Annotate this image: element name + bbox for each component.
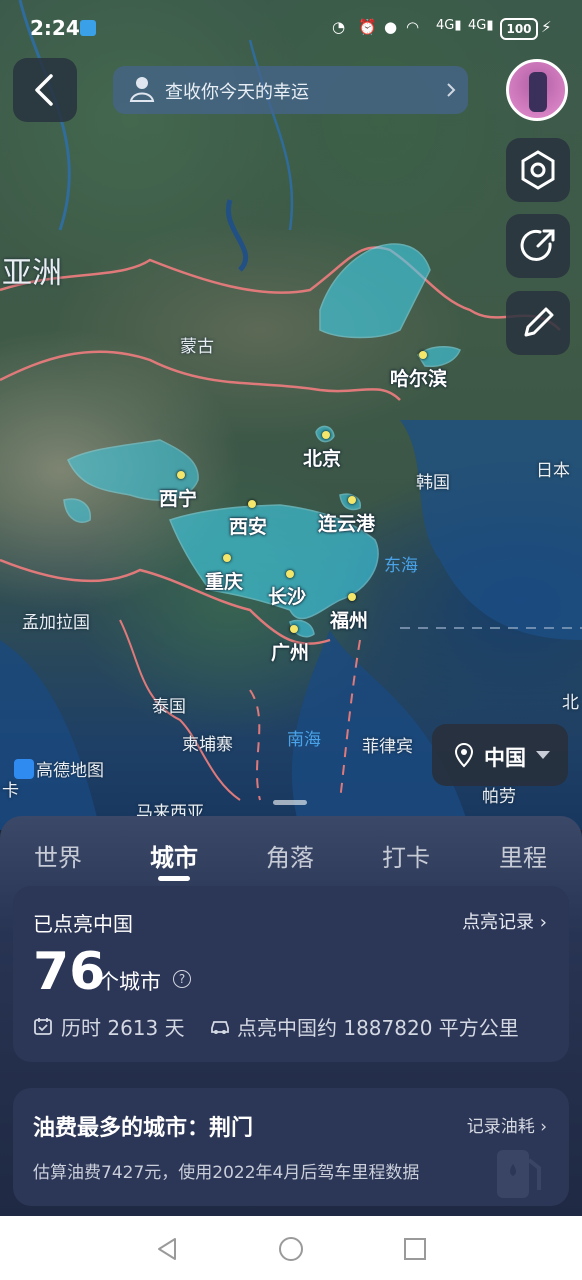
alarm-icon: ⏰	[358, 18, 377, 36]
telegram-icon	[80, 20, 96, 36]
region-label-north: 北	[562, 693, 579, 713]
city-marker[interactable]	[348, 496, 356, 504]
city-marker[interactable]	[177, 471, 185, 479]
region-picker[interactable]: 中国	[432, 724, 568, 786]
city-label-xian[interactable]: 西安	[229, 512, 267, 539]
region-label-cambodia: 柬埔寨	[182, 735, 233, 755]
nav-home-icon[interactable]	[278, 1236, 304, 1262]
chevron-left-icon	[35, 74, 53, 106]
speed-icon: ◔	[332, 18, 346, 36]
fuel-pump-icon	[497, 1150, 541, 1198]
map-canvas	[0, 0, 582, 830]
city-marker[interactable]	[290, 625, 298, 633]
city-label-beijing[interactable]: 北京	[303, 444, 341, 471]
signal-icon-2: 4G▮	[468, 18, 494, 33]
fuel-record-link[interactable]: 记录油耗 ›	[467, 1112, 547, 1137]
nav-back-icon[interactable]	[155, 1236, 181, 1262]
amap-logo-text: 高德地图	[36, 761, 104, 781]
city-marker[interactable]	[248, 500, 256, 508]
location-pin-icon	[454, 742, 474, 768]
bottom-sheet: 世界 城市 角落 打卡 里程 已点亮中国 点亮记录 › 76 个城市 ? 历时 …	[0, 816, 582, 1216]
avatar-figure	[529, 72, 547, 112]
continent-label: 亚洲	[2, 256, 62, 291]
tab-world[interactable]: 世界	[34, 838, 82, 873]
charging-icon: ⚡	[541, 18, 552, 36]
city-marker[interactable]	[419, 351, 427, 359]
fortune-text: 查收你今天的幸运	[165, 82, 309, 103]
tab-mileage[interactable]: 里程	[499, 838, 547, 873]
fuel-detail: 估算油费7427元，使用2022年4月后驾车里程数据	[33, 1163, 420, 1183]
share-icon	[520, 229, 555, 261]
edit-button[interactable]	[506, 291, 570, 355]
help-icon[interactable]: ?	[173, 970, 191, 988]
system-nav-bar	[0, 1216, 582, 1280]
fortune-banner[interactable]: 查收你今天的幸运	[113, 66, 468, 114]
region-label-thailand: 泰国	[152, 697, 186, 717]
region-label-japan: 日本	[536, 461, 570, 481]
map-view[interactable]: 亚洲 蒙古 韩国 日本 孟加拉国 泰国 柬埔寨 菲律宾 马来西亚 帕劳 北 卡 …	[0, 0, 582, 830]
city-label-changsha[interactable]: 长沙	[268, 582, 306, 609]
lit-record-label: 点亮记录	[462, 912, 535, 933]
fortune-teller-icon	[129, 77, 155, 102]
tab-corners[interactable]: 角落	[266, 838, 314, 873]
city-label-chongqing[interactable]: 重庆	[205, 567, 243, 594]
city-label-xining[interactable]: 西宁	[159, 484, 197, 511]
share-button[interactable]	[506, 214, 570, 278]
region-picker-label: 中国	[484, 746, 526, 770]
lit-area: 点亮中国约 1887820 平方公里	[237, 1016, 519, 1040]
city-marker[interactable]	[223, 554, 231, 562]
city-label-guangzhou[interactable]: 广州	[271, 638, 309, 665]
status-time: 2:24	[30, 16, 80, 40]
city-marker[interactable]	[286, 570, 294, 578]
chevron-right-icon	[447, 83, 456, 97]
chevron-right-icon: ›	[540, 1117, 547, 1137]
wifi-icon: ◠	[406, 18, 420, 36]
hexagon-settings-icon	[521, 150, 555, 190]
back-button[interactable]	[13, 58, 77, 122]
region-label-korea: 韩国	[416, 473, 450, 493]
lit-city-unit: 个城市	[98, 970, 161, 994]
caret-down-icon	[536, 751, 550, 759]
nav-recents-icon[interactable]	[402, 1236, 428, 1262]
active-tab-indicator	[158, 876, 190, 881]
sheet-drag-handle[interactable]	[273, 800, 307, 805]
city-label-fuzhou[interactable]: 福州	[330, 606, 368, 633]
chevron-right-icon: ›	[539, 912, 547, 933]
battery-indicator: 100	[500, 18, 538, 40]
calendar-check-icon	[34, 1018, 52, 1035]
avatar[interactable]	[506, 59, 568, 121]
city-marker[interactable]	[348, 593, 356, 601]
lit-duration: 历时 2613 天	[61, 1016, 185, 1040]
region-label-philippines: 菲律宾	[362, 737, 413, 757]
city-label-lianyungang[interactable]: 连云港	[318, 509, 375, 536]
sea-label-east-china-sea: 东海	[384, 556, 418, 576]
layers-button[interactable]	[506, 138, 570, 202]
region-label-bangladesh: 孟加拉国	[22, 613, 90, 633]
region-label-mongolia: 蒙古	[180, 337, 214, 357]
amap-logo: 高德地图	[14, 756, 104, 781]
lit-city-count: 76	[33, 942, 106, 1002]
city-label-harbin[interactable]: 哈尔滨	[390, 364, 447, 391]
fuel-card[interactable]: 油费最多的城市：荆门 记录油耗 › 估算油费7427元，使用2022年4月后驾车…	[13, 1088, 569, 1206]
city-marker[interactable]	[322, 431, 330, 439]
car-icon	[211, 1021, 229, 1034]
signal-icon-1: 4G▮	[436, 18, 462, 33]
lit-cities-card: 已点亮中国 点亮记录 › 76 个城市 ? 历时 2613 天 点亮中国约 18…	[13, 886, 569, 1062]
fuel-record-label: 记录油耗	[466, 1117, 535, 1137]
lit-title: 已点亮中国	[33, 912, 133, 936]
fuel-title: 油费最多的城市：荆门	[33, 1116, 254, 1141]
sea-label-south-china-sea: 南海	[287, 730, 321, 750]
location-icon: ●	[384, 18, 398, 36]
lit-record-link[interactable]: 点亮记录 ›	[462, 908, 547, 934]
pencil-icon	[524, 307, 554, 337]
tab-cities[interactable]: 城市	[150, 838, 198, 873]
status-bar: 2:24 ◔ ⏰ ● ◠ 4G▮ 4G▮ 100 ⚡	[0, 0, 582, 58]
tab-check-in[interactable]: 打卡	[382, 838, 430, 873]
amap-logo-icon	[14, 759, 34, 779]
